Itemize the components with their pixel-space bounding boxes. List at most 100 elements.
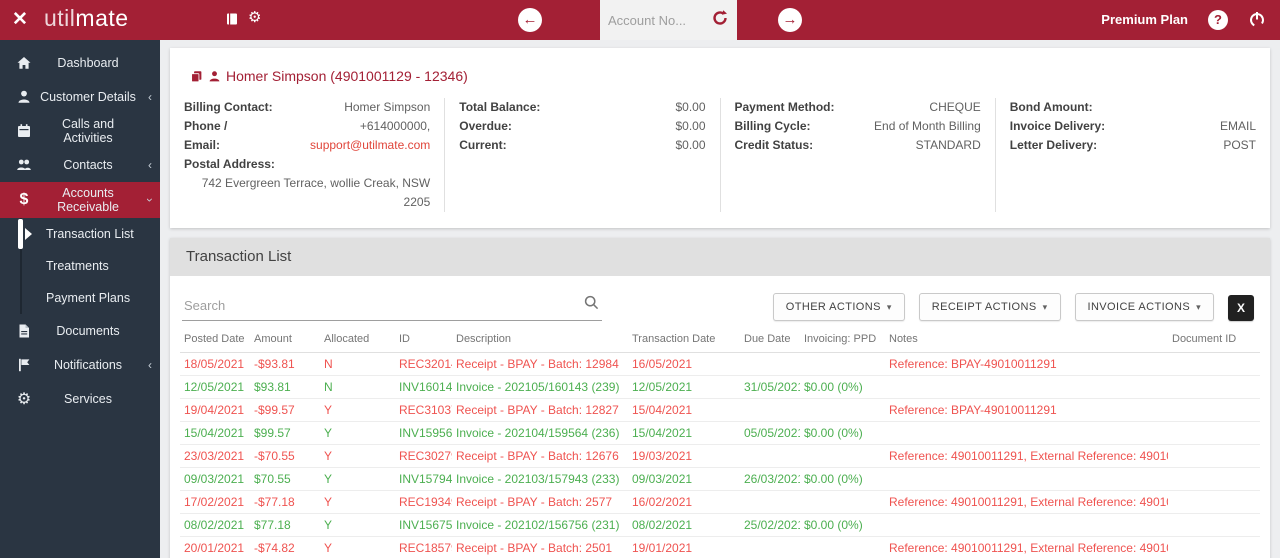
table-row[interactable]: 09/03/2021$70.55YINV157943Invoice - 2021… [180, 467, 1260, 491]
column-header-due_date[interactable]: Due Date [740, 327, 800, 353]
cell-invoicing_ppd [800, 352, 885, 376]
cell-description: Invoice - 202102/156756 (231) [452, 513, 628, 537]
main-content: Homer Simpson (4901001129 - 12346) Billi… [160, 40, 1280, 558]
account-number-input[interactable] [608, 12, 711, 28]
sidebar-subitem-transaction-list[interactable]: Transaction List [0, 218, 160, 250]
cell-posted_date: 20/01/2021 [180, 536, 250, 558]
cell-due_date [740, 490, 800, 514]
power-icon[interactable] [1248, 10, 1266, 33]
sidebar-subitem-payment-plans[interactable]: Payment Plans [0, 282, 160, 314]
sidebar-item-label: Services [64, 392, 112, 406]
cell-allocated: Y [320, 467, 395, 491]
column-header-transaction_date[interactable]: Transaction Date [628, 327, 740, 353]
cell-transaction_date: 09/03/2021 [628, 467, 740, 491]
sidebar-item-documents[interactable]: Documents [0, 314, 160, 348]
column-header-posted_date[interactable]: Posted Date [180, 327, 250, 353]
plan-label: Premium Plan [1101, 12, 1188, 27]
cell-amount: $77.18 [250, 513, 320, 537]
table-row[interactable]: 19/04/2021 -$99.57 Y REC31037 Receipt - BPAY… [180, 398, 1260, 422]
search-icon[interactable] [583, 294, 600, 316]
receipt-actions-button[interactable]: RECEIPT ACTIONS ▾ [918, 293, 1061, 321]
column-header-invoicing_ppd[interactable]: Invoicing: PPD [800, 327, 885, 353]
cell-id: INV156756 [395, 513, 452, 537]
table-row[interactable]: 18/05/2021 -$93.81 N REC32014 Receipt - BPAY… [180, 352, 1260, 376]
cell-description: Receipt - BPAY - Batch: 12676 [452, 444, 628, 468]
cell-document_id [1168, 536, 1260, 558]
close-icon[interactable]: ✕ [12, 8, 28, 31]
settings-gears-icon[interactable]: ⚙ [248, 8, 261, 26]
cell-invoicing_ppd [800, 398, 885, 422]
cell-id: REC31037 [395, 398, 452, 422]
cell-allocated: Y [320, 513, 395, 537]
cell-notes: Reference: 49010011291, External Referen… [885, 490, 1168, 514]
prev-account-button[interactable]: ← [518, 8, 542, 32]
cell-notes [885, 421, 1168, 445]
column-header-notes[interactable]: Notes [885, 327, 1168, 353]
person-icon [209, 70, 220, 81]
cell-amount: -$93.81 [250, 352, 320, 376]
sidebar-item-notifications[interactable]: Notifications ‹ [0, 348, 160, 382]
sidebar-subitem-label: Payment Plans [46, 291, 131, 305]
sidebar-item-accounts-receivable[interactable]: $ Accounts Receivable › [0, 182, 160, 218]
delivery-info-column: Bond Amount: Invoice Delivery: EMAIL Lett… [994, 98, 1270, 212]
invoice-actions-button[interactable]: INVOICE ACTIONS ▾ [1074, 293, 1214, 321]
sidebar-item-dashboard[interactable]: Dashboard [0, 46, 160, 80]
letter-delivery-value: POST [1223, 138, 1256, 152]
excel-export-button[interactable]: X [1228, 295, 1254, 321]
refresh-icon[interactable] [711, 9, 729, 32]
person-icon [12, 89, 36, 105]
cell-notes: Reference: 49010011291, External Referen… [885, 536, 1168, 558]
cell-due_date [740, 398, 800, 422]
cell-transaction_date: 16/05/2021 [628, 352, 740, 376]
copy-note-icon [191, 70, 202, 82]
table-row[interactable]: 17/02/2021 -$77.18 Y REC19349 Receipt - BPAY… [180, 490, 1260, 514]
chevron-left-icon: ‹ [148, 358, 152, 372]
cell-id: REC18579 [395, 536, 452, 558]
search-input[interactable] [184, 297, 583, 313]
sidebar-item-label: Documents [56, 324, 120, 338]
billing-cycle-label: Billing Cycle: [734, 119, 811, 133]
notebook-icon[interactable] [224, 11, 240, 27]
sidebar-item-calls-and-activities[interactable]: Calls and Activities [0, 114, 160, 148]
dropdown-arrow-icon: ▾ [886, 302, 892, 312]
invoice-delivery-label: Invoice Delivery: [1009, 119, 1106, 133]
cell-description: Receipt - BPAY - Batch: 12827 [452, 398, 628, 422]
sidebar-item-contacts[interactable]: Contacts ‹ [0, 148, 160, 182]
next-account-button[interactable]: → [778, 8, 802, 32]
column-header-id[interactable]: ID [395, 327, 452, 353]
sidebar-item-customer-details[interactable]: Customer Details ‹ [0, 80, 160, 114]
cell-due_date: 05/05/2021 [740, 421, 800, 445]
table-row[interactable]: 15/04/2021$99.57YINV159564Invoice - 2021… [180, 421, 1260, 445]
table-row[interactable]: 12/05/2021$93.81NINV160143Invoice - 2021… [180, 375, 1260, 399]
cell-due_date: 25/02/2021 [740, 513, 800, 537]
cell-invoicing_ppd: $0.00 (0%) [800, 421, 885, 445]
customer-title-row: Homer Simpson (4901001129 - 12346) [170, 62, 1270, 98]
gears-icon: ⚙ [16, 391, 32, 408]
help-icon[interactable]: ? [1208, 10, 1228, 30]
cell-transaction_date: 12/05/2021 [628, 375, 740, 399]
cell-id: REC30279 [395, 444, 452, 468]
column-header-description[interactable]: Description [452, 327, 628, 353]
table-row[interactable]: 20/01/2021 -$74.82 Y REC18579 Receipt - BPAY… [180, 536, 1260, 558]
cell-allocated: Y [320, 398, 395, 422]
payment-method-label: Payment Method: [734, 100, 835, 114]
column-header-amount[interactable]: Amount [250, 327, 320, 353]
cell-transaction_date: 15/04/2021 [628, 421, 740, 445]
cell-notes [885, 513, 1168, 537]
cell-document_id [1168, 444, 1260, 468]
table-row[interactable]: 23/03/2021 -$70.55 Y REC30279 Receipt - BPAY… [180, 444, 1260, 468]
column-header-document_id[interactable]: Document ID [1168, 327, 1260, 353]
sidebar-item-label: Contacts [63, 158, 113, 172]
cell-invoicing_ppd [800, 490, 885, 514]
sidebar-item-services[interactable]: ⚙ Services [0, 382, 160, 416]
total-balance-value: $0.00 [675, 100, 706, 114]
other-actions-button[interactable]: OTHER ACTIONS ▾ [772, 293, 905, 321]
column-header-allocated[interactable]: Allocated [320, 327, 395, 353]
transaction-toolbar: OTHER ACTIONS▾ RECEIPT ACTIONS▾ INVOICE … [170, 276, 1270, 327]
email-link[interactable]: support@utilmate.com [310, 138, 430, 152]
customer-title: Homer Simpson (4901001129 - 12346) [226, 68, 468, 84]
chevron-down-icon: › [143, 198, 157, 202]
sidebar-subitem-treatments[interactable]: Treatments [0, 250, 160, 282]
dropdown-arrow-icon: ▾ [1042, 302, 1048, 312]
table-row[interactable]: 08/02/2021$77.18YINV156756Invoice - 2021… [180, 513, 1260, 537]
